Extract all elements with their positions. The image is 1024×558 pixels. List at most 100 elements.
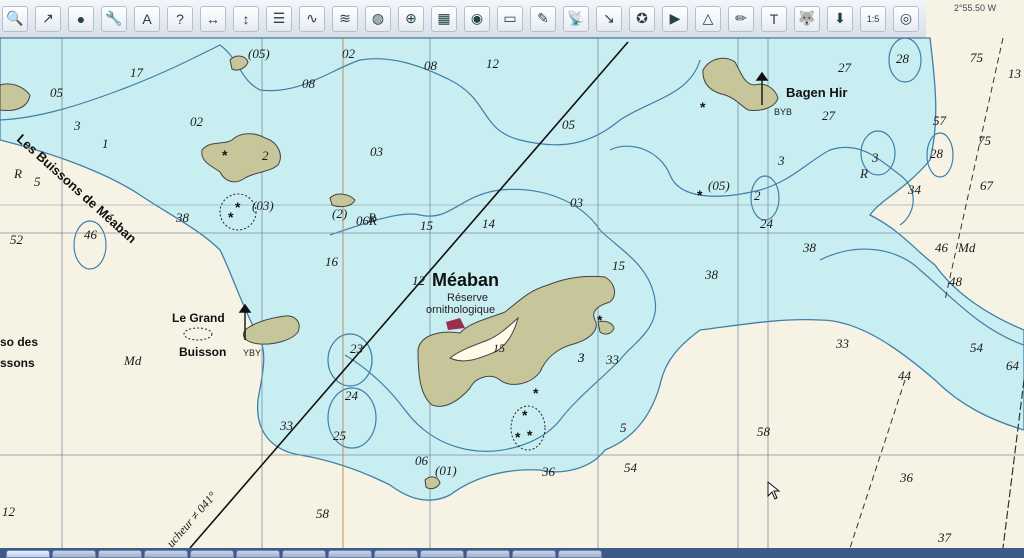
depth-sounding: 44	[898, 368, 912, 383]
waypoint-edit-button[interactable]: ✎	[530, 5, 556, 32]
text-annotation-icon: A	[142, 10, 152, 27]
lifebuoy-button[interactable]: ◎	[893, 5, 919, 32]
bottom-tab[interactable]	[420, 550, 464, 558]
bottom-tab[interactable]	[558, 550, 602, 558]
svg-text:*: *	[533, 385, 539, 401]
depth-sounding: 46	[935, 240, 949, 255]
depth-sounding: 67	[980, 178, 994, 193]
play-flag-button[interactable]: ▶	[662, 5, 688, 32]
red-marker-icon: ●	[76, 10, 86, 27]
zoom-level-button[interactable]: 1:5	[860, 5, 886, 32]
depth-sounding: 13	[1008, 66, 1022, 81]
depth-sounding: 37	[937, 530, 952, 545]
depth-sounding: 03	[570, 195, 584, 210]
star-badge-button[interactable]: ✪	[629, 5, 655, 32]
catalog-button[interactable]: ▭	[497, 5, 523, 32]
bottom-tab[interactable]	[466, 550, 510, 558]
text-frame-button[interactable]: T	[761, 5, 787, 32]
depth-sounding: 46	[84, 227, 98, 242]
svg-text:*: *	[222, 147, 228, 163]
arrow-diagonal-button[interactable]: ↘	[596, 5, 622, 32]
nautical-chart[interactable]: *** *** * *** Méaban Réserve ornithologiq…	[0, 0, 1024, 558]
depth-sounding: 12	[2, 504, 16, 519]
triangle-nav-button[interactable]: △	[695, 5, 721, 32]
depth-sounding: 2	[754, 188, 761, 203]
depth-sounding: 64	[1006, 358, 1020, 373]
crosshair-button[interactable]: ⊕	[398, 5, 424, 32]
bottom-tab[interactable]	[52, 550, 96, 558]
waypoint-edit-icon: ✎	[537, 10, 549, 26]
depth-sounding: (05)	[708, 178, 730, 193]
svg-text:*: *	[697, 187, 703, 203]
vertical-measure-icon: ↕	[242, 10, 250, 27]
depth-sounding: 75	[970, 50, 984, 65]
bottom-tab[interactable]	[374, 550, 418, 558]
svg-text:*: *	[597, 312, 603, 328]
place-name-meaban: Méaban	[432, 270, 499, 290]
depth-sounding: R	[13, 166, 22, 181]
place-name-so-des: so des	[0, 335, 38, 349]
depth-sounding: 3	[73, 118, 81, 133]
depth-sounding: (2)	[332, 206, 347, 221]
bottom-tab[interactable]	[282, 550, 326, 558]
tide-curve-button[interactable]: ∿	[299, 5, 325, 32]
bottom-tab[interactable]	[190, 550, 234, 558]
svg-text:*: *	[522, 407, 528, 423]
depth-sounding: 03	[370, 144, 384, 159]
depth-sounding: 02	[190, 114, 204, 129]
text-annotation-button[interactable]: A	[134, 5, 160, 32]
depth-sounding: 33	[279, 418, 294, 433]
help-cursor-button[interactable]: ?	[167, 5, 193, 32]
checklist-button[interactable]: ☰	[266, 5, 292, 32]
globe-button[interactable]: ◍	[365, 5, 391, 32]
play-flag-icon: ▶	[669, 10, 681, 26]
depth-sounding: 12	[412, 273, 426, 288]
depth-sounding: 28	[930, 146, 944, 161]
depth-sounding: (01)	[435, 463, 457, 478]
bottom-tab[interactable]	[328, 550, 372, 558]
depth-sounding: 36	[899, 470, 914, 485]
radio-antenna-icon: 📡	[567, 10, 585, 26]
bottom-tab[interactable]	[98, 550, 142, 558]
sea-depth-button[interactable]: ≋	[332, 5, 358, 32]
chart-tile-button[interactable]: ▦	[431, 5, 457, 32]
sea-depth-icon: ≋	[339, 10, 351, 26]
depth-sounding: 75	[978, 133, 992, 148]
depth-sounding: 16	[325, 254, 339, 269]
radio-antenna-button[interactable]: 📡	[563, 5, 589, 32]
route-icon: ↗	[42, 10, 54, 26]
depth-sounding: 24	[760, 216, 774, 231]
text-frame-icon: T	[769, 10, 779, 27]
download-icon: ⬇	[834, 10, 846, 26]
bottom-tab[interactable]	[6, 550, 50, 558]
route-button[interactable]: ↗	[35, 5, 61, 32]
depth-sounding: 27	[822, 108, 836, 123]
toolbar: 🔍 ↗ ● 🔧 A? ↔ ↕ ☰ ∿ ≋ ◍ ⊕ ▦ ◉ ▭ ✎ 📡 ↘ ✪ ▶ △ ✏ T 🐺 ⬇ 1:5 ◎	[0, 0, 926, 38]
depth-sounding: 5	[620, 420, 627, 435]
husky-button[interactable]: 🐺	[794, 5, 820, 32]
place-name-ssons: ssons	[0, 356, 35, 370]
depth-sounding: 54	[624, 460, 638, 475]
seabed-md-right: Md	[957, 240, 976, 255]
layers-button[interactable]: ◉	[464, 5, 490, 32]
vertical-measure-button[interactable]: ↕	[233, 5, 259, 32]
beacon-label-yby: YBY	[243, 348, 261, 358]
red-marker-button[interactable]: ●	[68, 5, 94, 32]
depth-sounding: (05)	[248, 46, 270, 61]
pencil-button[interactable]: ✏	[728, 5, 754, 32]
depth-sounding: 06	[415, 453, 429, 468]
depth-sounding: 2	[262, 148, 269, 163]
bottom-tab[interactable]	[512, 550, 556, 558]
depth-sounding: 38	[175, 210, 190, 225]
wrench-button[interactable]: 🔧	[101, 5, 127, 32]
crosshair-icon: ⊕	[405, 10, 417, 26]
depth-sounding: 54	[970, 340, 984, 355]
zoom-button[interactable]: 🔍	[2, 5, 28, 32]
svg-text:*: *	[527, 427, 533, 443]
download-button[interactable]: ⬇	[827, 5, 853, 32]
depth-sounding: 58	[757, 424, 771, 439]
depth-sounding: 33	[835, 336, 850, 351]
bottom-tab[interactable]	[236, 550, 280, 558]
horizontal-measure-button[interactable]: ↔	[200, 5, 226, 32]
bottom-tab[interactable]	[144, 550, 188, 558]
